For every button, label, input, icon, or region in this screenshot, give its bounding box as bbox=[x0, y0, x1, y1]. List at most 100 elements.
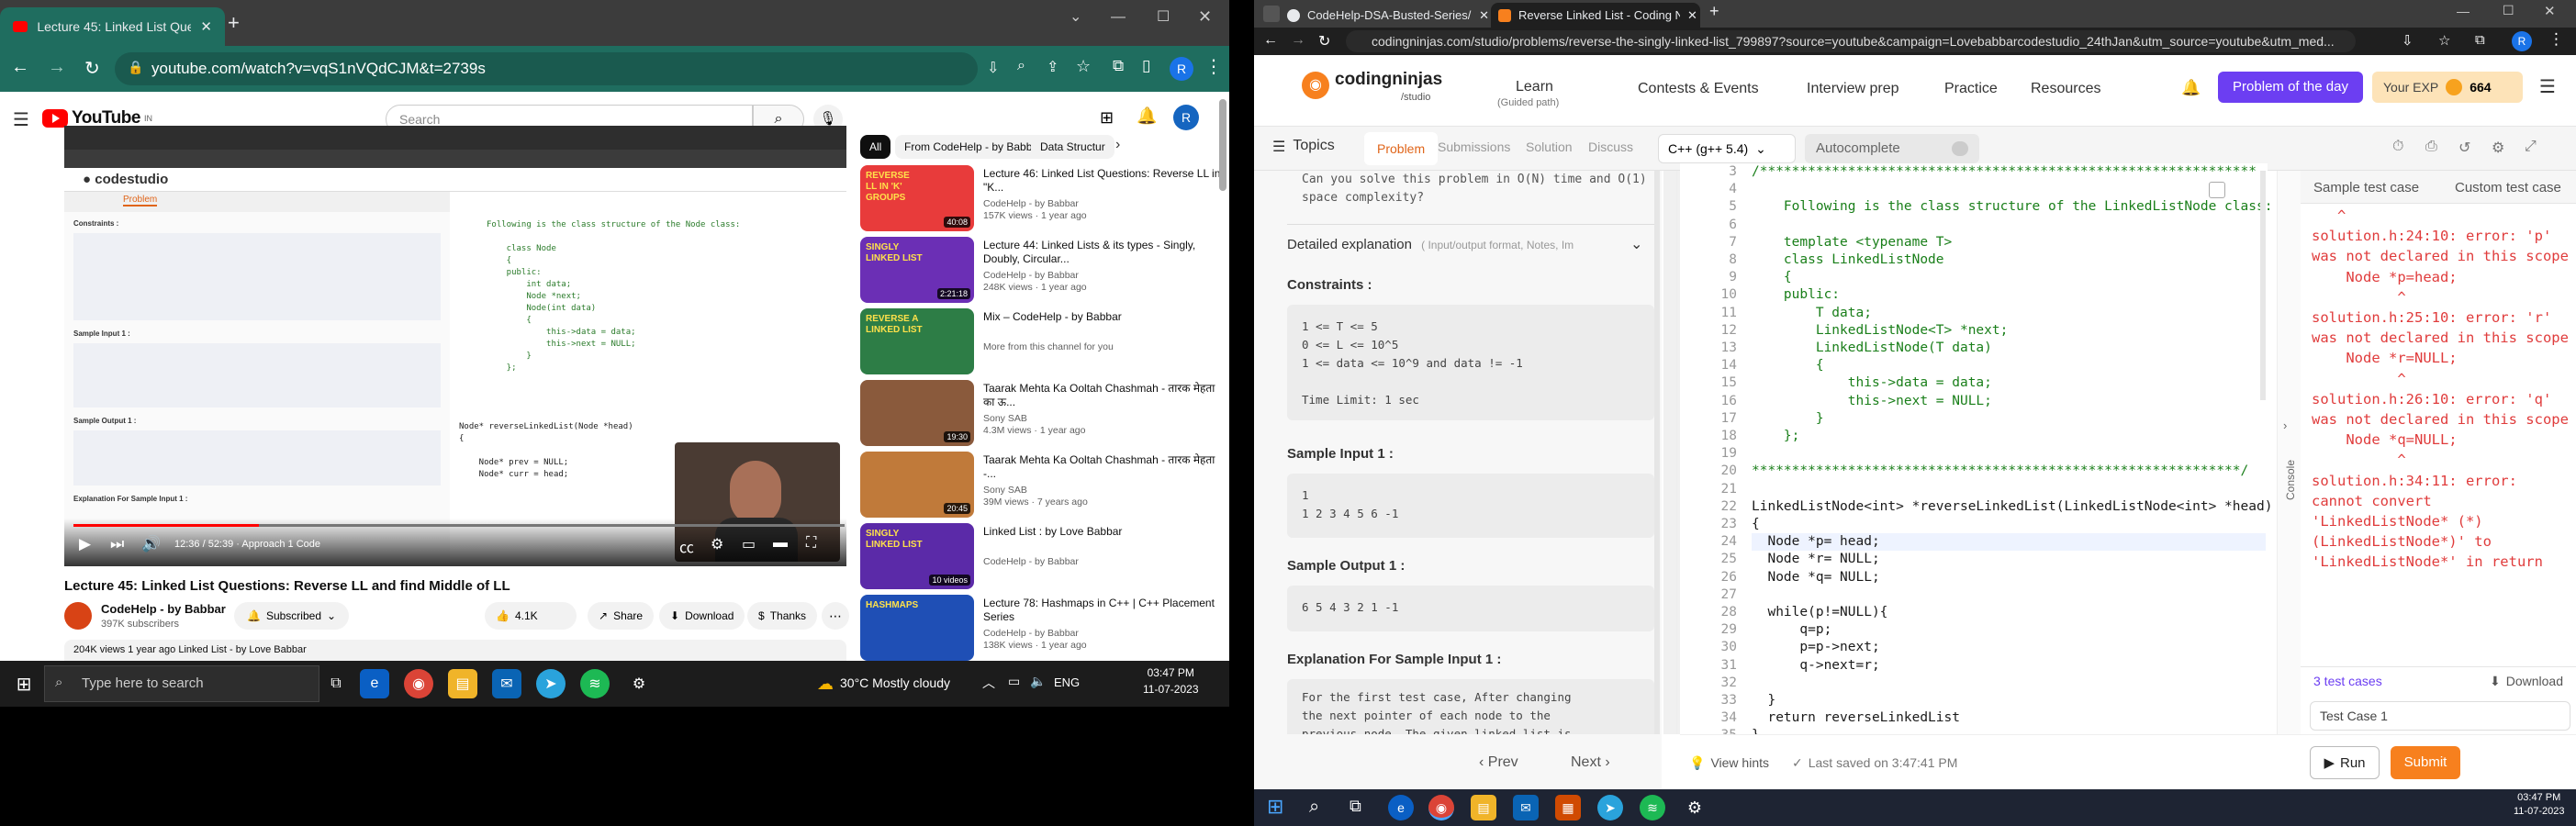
new-tab-button[interactable]: + bbox=[228, 11, 240, 35]
sidepanel-icon[interactable]: ▯ bbox=[1142, 57, 1150, 75]
new-tab-button[interactable]: + bbox=[1709, 2, 1719, 21]
save-icon[interactable]: ⎙ bbox=[2425, 139, 2437, 155]
chrome-icon[interactable]: ◉ bbox=[404, 669, 433, 698]
task-view-icon[interactable]: ⧉ bbox=[1350, 797, 1361, 816]
download-button[interactable]: ⬇ Download bbox=[2490, 674, 2563, 689]
chrome-icon[interactable]: ◉ bbox=[1428, 795, 1454, 820]
subtitles-icon[interactable]: ㏄ bbox=[679, 535, 694, 557]
profile-avatar[interactable]: R bbox=[2512, 31, 2532, 51]
recommended-video[interactable]: HASHMAPS Lecture 78: Hashmaps in C++ | C+… bbox=[860, 595, 1227, 661]
extensions-icon[interactable]: ⧉ bbox=[2475, 32, 2485, 48]
chips-next-icon[interactable]: › bbox=[1115, 137, 1120, 153]
chevron-down-icon[interactable]: ⌄ bbox=[1630, 235, 1642, 253]
share-button[interactable]: ↗ Share bbox=[588, 602, 655, 630]
recommended-video[interactable]: REVERSE LL IN 'K' GROUPS 40:08 Lecture 46:… bbox=[860, 165, 1227, 231]
recommended-title[interactable]: Lecture 44: Linked Lists & its types - S… bbox=[983, 239, 1222, 266]
video-thumbnail[interactable]: REVERSE LL IN 'K' GROUPS 40:08 bbox=[860, 165, 974, 231]
close-icon[interactable]: ✕ bbox=[1687, 8, 1697, 23]
tab-search-icon[interactable] bbox=[1263, 6, 1280, 22]
download-button[interactable]: ⬇ Download bbox=[659, 602, 745, 630]
chip-from-codehelp[interactable]: From CodeHelp - by Babbar bbox=[895, 135, 1052, 159]
install-icon[interactable]: ⇩ bbox=[2402, 32, 2414, 49]
next-video-icon[interactable]: ⏭ bbox=[110, 535, 124, 553]
more-actions-icon[interactable]: ⋯ bbox=[822, 602, 849, 630]
subscribed-button[interactable]: 🔔 Subscribed ⌄ bbox=[234, 602, 350, 630]
volume-icon[interactable]: 🔊 bbox=[141, 535, 161, 553]
nav-resources[interactable]: Resources bbox=[2031, 81, 2100, 97]
back-icon[interactable]: ← bbox=[1263, 32, 1278, 49]
recommended-video[interactable]: SINGLY LINKED LIST 2:21:18 Lecture 44: Lin… bbox=[860, 237, 1227, 303]
extensions-icon[interactable]: ⧉ bbox=[1113, 57, 1124, 75]
video-description[interactable]: 204K views 1 year ago Linked List - by L… bbox=[64, 640, 846, 661]
autocomplete-toggle[interactable]: Autocomplete bbox=[1805, 134, 1979, 163]
search-icon[interactable]: ⌕ bbox=[1309, 797, 1319, 818]
video-thumbnail[interactable]: SINGLY LINKED LIST 2:21:18 bbox=[860, 237, 974, 303]
copy-icon[interactable] bbox=[2209, 182, 2225, 198]
recommended-video[interactable]: SINGLY LINKED LIST 10 videos Linked List :… bbox=[860, 523, 1227, 589]
scrollbar[interactable] bbox=[1219, 99, 1226, 191]
fullscreen-icon[interactable]: ⛶ bbox=[806, 535, 816, 552]
recommended-channel[interactable]: CodeHelp - by Babbar 157K views · 1 year … bbox=[983, 198, 1087, 222]
progress-bar-fill[interactable] bbox=[73, 524, 259, 527]
reload-icon[interactable]: ↻ bbox=[84, 57, 100, 80]
file-explorer-icon[interactable]: ▤ bbox=[448, 669, 477, 698]
pane-divider[interactable] bbox=[1663, 171, 1680, 734]
profile-avatar[interactable]: R bbox=[1170, 57, 1193, 81]
scrollbar[interactable] bbox=[1654, 171, 1660, 734]
codingninjas-logo[interactable]: codingninjas bbox=[1335, 70, 1442, 90]
spotify-icon[interactable]: ≋ bbox=[580, 669, 610, 698]
play-icon[interactable]: ▶ bbox=[79, 535, 91, 553]
language-select[interactable]: C++ (g++ 5.4) ⌄ bbox=[1658, 134, 1796, 163]
edge-icon[interactable]: e bbox=[1388, 795, 1414, 820]
notifications-bell-icon[interactable]: 🔔 bbox=[2181, 79, 2201, 97]
recommended-channel[interactable]: CodeHelp - by Babbar 248K views · 1 year … bbox=[983, 270, 1087, 294]
video-thumbnail[interactable]: REVERSE A LINKED LIST bbox=[860, 308, 974, 374]
tab-sample-test-case[interactable]: Sample test case bbox=[2313, 180, 2419, 195]
install-icon[interactable]: ⇩ bbox=[987, 59, 999, 77]
tab-custom-test-case[interactable]: Custom test case bbox=[2455, 180, 2561, 195]
clock[interactable]: 03:47 PM 11-07-2023 bbox=[1143, 666, 1199, 696]
task-view-icon[interactable]: ⧉ bbox=[321, 669, 351, 698]
nav-contests[interactable]: Contests & Events bbox=[1638, 81, 1759, 97]
share-icon[interactable]: ⇪ bbox=[1047, 58, 1058, 76]
office-icon[interactable]: ▦ bbox=[1555, 795, 1581, 820]
video-thumbnail[interactable]: 19:30 bbox=[860, 380, 974, 446]
telegram-icon[interactable]: ➤ bbox=[1597, 795, 1623, 820]
tab-list-chevron-icon[interactable]: ⌄ bbox=[1070, 7, 1081, 26]
miniplayer-icon[interactable]: ▭ bbox=[742, 535, 756, 553]
tab-submissions[interactable]: Submissions bbox=[1438, 140, 1510, 154]
video-player[interactable]: ● codestudio Problem Constraints : Sampl… bbox=[64, 126, 846, 566]
language-indicator[interactable]: ENG bbox=[1054, 675, 1080, 689]
settings-gear-icon[interactable]: ⚙ bbox=[624, 669, 654, 698]
recommended-channel[interactable]: CodeHelp - by Babbar bbox=[983, 556, 1079, 568]
video-thumbnail[interactable]: 20:45 bbox=[860, 452, 974, 518]
url-field[interactable]: codingninjas.com/studio/problems/reverse… bbox=[1346, 30, 2356, 52]
nav-practice[interactable]: Practice bbox=[1944, 81, 1998, 97]
bookmark-star-icon[interactable]: ☆ bbox=[1076, 57, 1091, 76]
recommended-title[interactable]: Mix – CodeHelp - by Babbar bbox=[983, 310, 1222, 324]
tab-solution[interactable]: Solution bbox=[1526, 140, 1573, 154]
recommended-title[interactable]: Linked List : by Love Babbar bbox=[983, 525, 1222, 539]
create-video-icon[interactable]: ⊞ bbox=[1100, 108, 1114, 128]
theater-icon[interactable]: ▬ bbox=[773, 535, 788, 552]
tab-github[interactable]: CodeHelp-DSA-Busted-Series/Li ✕ bbox=[1287, 3, 1489, 28]
clock[interactable]: 03:47 PM 11-07-2023 bbox=[2514, 792, 2564, 817]
windows-start-icon[interactable]: ⊞ bbox=[1267, 795, 1283, 819]
settings-gear-icon[interactable]: ⚙ bbox=[711, 535, 723, 553]
recommended-channel[interactable]: Sony SAB 39M views · 7 years ago bbox=[983, 485, 1088, 508]
ninja-logo-icon[interactable]: ◉ bbox=[1302, 72, 1329, 99]
window-close-button[interactable]: ✕ bbox=[1198, 7, 1212, 27]
hamburger-menu-icon[interactable]: ☰ bbox=[2539, 75, 2556, 98]
settings-gear-icon[interactable]: ⚙ bbox=[2492, 139, 2504, 157]
edge-icon[interactable]: e bbox=[360, 669, 389, 698]
tab-problem[interactable]: Problem bbox=[1364, 132, 1439, 165]
recommended-title[interactable]: Taarak Mehta Ka Ooltah Chashmah - तारक म… bbox=[983, 453, 1222, 481]
speaker-icon[interactable]: 🔈 bbox=[1030, 674, 1046, 689]
detailed-explanation-toggle[interactable]: Detailed explanation ( Input/output form… bbox=[1287, 237, 1574, 252]
exp-badge[interactable]: Your EXP 664 bbox=[2372, 72, 2523, 103]
timer-icon[interactable]: ⏱ bbox=[2392, 139, 2403, 155]
video-thumbnail[interactable]: SINGLY LINKED LIST 10 videos bbox=[860, 523, 974, 589]
reset-icon[interactable]: ↺ bbox=[2458, 139, 2470, 157]
settings-gear-icon[interactable]: ⚙ bbox=[1682, 795, 1708, 820]
recommended-video[interactable]: 20:45 Taarak Mehta Ka Ooltah Chashmah - त… bbox=[860, 452, 1227, 518]
